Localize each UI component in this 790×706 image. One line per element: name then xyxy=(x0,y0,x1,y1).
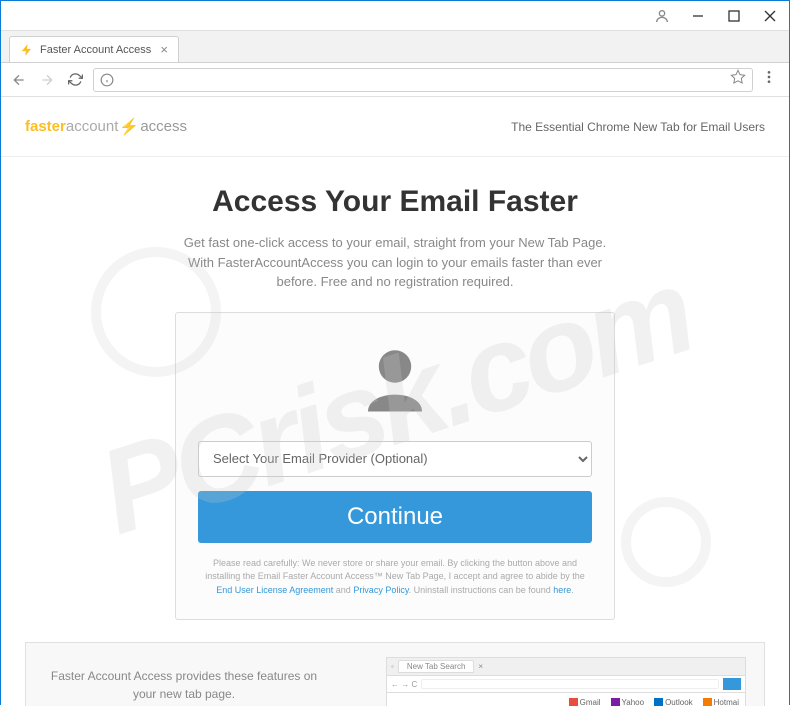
logo-part: faster xyxy=(25,118,66,135)
tagline: The Essential Chrome New Tab for Email U… xyxy=(511,120,765,134)
page-heading: Access Your Email Faster xyxy=(1,185,789,219)
features-strip: Faster Account Access provides these fea… xyxy=(25,642,765,706)
reload-button[interactable] xyxy=(65,70,85,90)
here-link[interactable]: here xyxy=(553,585,571,595)
window-titlebar xyxy=(1,1,789,31)
main-section: Access Your Email Faster Get fast one-cl… xyxy=(1,157,789,706)
browser-tab[interactable]: Faster Account Access × xyxy=(9,36,179,62)
user-icon[interactable] xyxy=(651,5,673,27)
bolt-icon: ⚡ xyxy=(119,117,139,137)
logo-part: account xyxy=(66,118,119,135)
tab-close-icon[interactable]: × xyxy=(160,42,168,57)
signup-card: Select Your Email Provider (Optional) Co… xyxy=(175,312,615,621)
logo-part: access xyxy=(140,118,187,135)
eula-link[interactable]: End User License Agreement xyxy=(216,585,333,595)
features-text: Faster Account Access provides these fea… xyxy=(44,667,324,703)
minimize-button[interactable] xyxy=(687,5,709,27)
back-button[interactable] xyxy=(9,70,29,90)
browser-menu-icon[interactable] xyxy=(761,69,781,90)
maximize-button[interactable] xyxy=(723,5,745,27)
site-logo: fasteraccount⚡access xyxy=(25,117,187,137)
preview-links: Gmail Yahoo Outlook Hotmai xyxy=(386,693,746,706)
browser-toolbar xyxy=(1,63,789,97)
preview-tabbar: ◦New Tab Search× xyxy=(386,657,746,675)
preview-urlbar: ← → C xyxy=(386,675,746,693)
email-provider-select[interactable]: Select Your Email Provider (Optional) xyxy=(198,441,592,477)
bookmark-icon[interactable] xyxy=(730,69,746,90)
fine-print: Please read carefully: We never store or… xyxy=(198,557,592,598)
close-button[interactable] xyxy=(759,5,781,27)
continue-button[interactable]: Continue xyxy=(198,491,592,543)
info-icon[interactable] xyxy=(100,73,114,87)
url-input[interactable] xyxy=(120,73,730,87)
bolt-icon xyxy=(20,43,34,57)
site-header: fasteraccount⚡access The Essential Chrom… xyxy=(1,97,789,157)
search-icon xyxy=(723,678,741,690)
page-subtitle: Get fast one-click access to your email,… xyxy=(175,233,615,292)
tab-title: Faster Account Access xyxy=(40,44,151,56)
avatar-icon xyxy=(350,335,440,425)
address-bar[interactable] xyxy=(93,68,753,92)
privacy-link[interactable]: Privacy Policy xyxy=(353,585,408,595)
newtab-preview: ◦New Tab Search× ← → C Gmail Yahoo Outlo… xyxy=(386,657,746,706)
page-content: PCrisk.com fasteraccount⚡access The Esse… xyxy=(1,97,789,706)
forward-button[interactable] xyxy=(37,70,57,90)
browser-tabbar: Faster Account Access × xyxy=(1,31,789,63)
